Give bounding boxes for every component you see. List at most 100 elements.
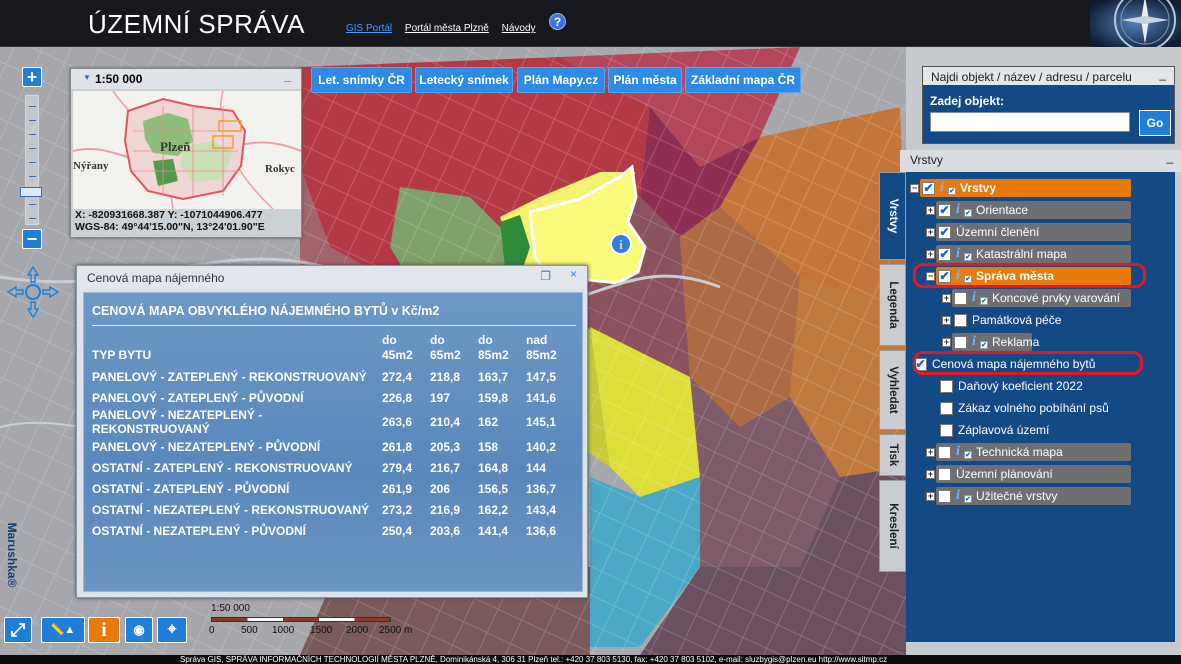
price-cell: 158 <box>478 439 499 454</box>
layer-checkbox[interactable]: ✔ <box>938 226 951 239</box>
link-city-portal[interactable]: Portál města Plzně <box>405 23 489 34</box>
scale-tick: 500 <box>241 625 258 636</box>
gps-pin-icon[interactable]: ◉ <box>125 617 153 643</box>
layer-checkbox[interactable] <box>954 314 967 327</box>
price-cell: 203,6 <box>430 523 461 538</box>
layer-item[interactable]: Záplavová území <box>906 421 1175 439</box>
minimize-icon[interactable]: _ <box>1166 150 1173 164</box>
minimize-icon[interactable]: _ <box>1159 67 1166 81</box>
price-cell: 197 <box>430 390 451 405</box>
highlight-ring <box>913 351 1143 375</box>
layers-tree: − ✔ i ✔ Vrstvy + ✔ i ✔ Orientace + ✔ Územní členění +… <box>906 172 1175 642</box>
collapse-icon[interactable]: − <box>910 184 919 193</box>
close-icon[interactable]: × <box>570 267 577 281</box>
table-row: OSTATNÍ - ZATEPLENÝ - PŮVODNÍ 261,9 206 156… <box>92 478 574 499</box>
layer-checkbox[interactable] <box>954 292 967 305</box>
overview-label-rokycany: Rokyc <box>265 163 295 175</box>
layer-item[interactable]: − ✔ i ✔ Vrstvy <box>906 179 1175 197</box>
basemap-button-base-map[interactable]: Základní mapa ČR <box>685 67 801 93</box>
layer-item[interactable]: Zákaz volného pobíhání psů <box>906 399 1175 417</box>
maximize-icon[interactable]: ❐ <box>540 269 551 283</box>
layer-item[interactable]: Daňový koeficient 2022 <box>906 377 1175 395</box>
layer-checkbox[interactable] <box>938 490 951 503</box>
expand-icon[interactable]: + <box>926 206 935 215</box>
expand-icon[interactable]: + <box>926 250 935 259</box>
price-cell: 261,8 <box>382 439 413 454</box>
zoom-slider-handle[interactable] <box>20 187 42 197</box>
basemap-button-mapycz[interactable]: Plán Mapy.cz <box>517 67 605 93</box>
layer-checkbox[interactable] <box>938 446 951 459</box>
layer-checkbox[interactable]: ✔ <box>938 204 951 217</box>
measure-tool-icon[interactable]: 📏▲ <box>41 617 85 643</box>
layer-info-icon[interactable]: i ✔ <box>956 488 972 504</box>
expand-icon[interactable]: + <box>926 492 935 501</box>
fullscreen-icon[interactable]: ⤢ <box>4 617 32 643</box>
layer-item[interactable]: + i ✔ Koncové prvky varování <box>906 289 1175 307</box>
layer-label: Katastrální mapa <box>976 247 1067 261</box>
layer-checkbox[interactable] <box>940 402 953 415</box>
pan-control-icon[interactable] <box>6 265 60 319</box>
price-cell: 250,4 <box>382 523 413 538</box>
layer-info-icon[interactable]: i ✔ <box>956 246 972 262</box>
layer-item[interactable]: + Územní plánování <box>906 465 1175 483</box>
info-tool-icon[interactable]: i <box>88 617 120 643</box>
overview-map[interactable]: Plzeň Nýřany Rokyc <box>73 91 301 209</box>
layer-checkbox[interactable]: ✔ <box>938 248 951 261</box>
table-row: PANELOVÝ - NEZATEPLENÝ - REKONSTRUOVANÝ 2… <box>92 408 574 436</box>
scale-label: 1:50 000 <box>211 603 250 614</box>
zoom-in-button[interactable]: + <box>22 67 42 87</box>
locate-target-icon[interactable]: ⌖ <box>157 617 187 643</box>
layer-info-icon[interactable]: i ✔ <box>956 444 972 460</box>
svg-text:i: i <box>619 237 623 252</box>
layer-checkbox[interactable]: ✔ <box>922 182 935 195</box>
coords-wgs: WGS-84: 49°44'15.00"N, 13°24'01.90"E <box>75 221 265 233</box>
expand-icon[interactable]: + <box>926 470 935 479</box>
layer-item[interactable]: + ✔ i ✔ Katastrální mapa <box>906 245 1175 263</box>
marushka-logo: Marushka® <box>5 522 19 587</box>
zoom-slider[interactable] <box>25 95 39 225</box>
layer-label: Vrstvy <box>960 181 997 195</box>
layer-checkbox[interactable] <box>938 468 951 481</box>
expand-icon[interactable]: + <box>942 316 951 325</box>
layer-item[interactable]: + i ✔ Užitečné vrstvy <box>906 487 1175 505</box>
layer-info-icon[interactable]: i ✔ <box>972 290 988 306</box>
layer-info-icon[interactable]: i ✔ <box>956 202 972 218</box>
expand-icon[interactable]: + <box>926 448 935 457</box>
tab-layers[interactable]: Vrstvy <box>879 172 906 260</box>
basemap-button-aerial[interactable]: Letecký snímek <box>415 67 513 93</box>
layers-header-label: Vrstvy <box>910 153 943 167</box>
go-button[interactable]: Go <box>1139 110 1171 136</box>
overview-map-panel: ▼ 1:50 000 _ Plzeň Nýřany Rokyc X: -8209… <box>70 68 302 238</box>
layer-checkbox[interactable] <box>954 336 967 349</box>
layer-item[interactable]: + ✔ i ✔ Orientace <box>906 201 1175 219</box>
link-guides[interactable]: Návody <box>502 23 536 34</box>
layer-item[interactable]: + i ✔ Technická mapa <box>906 443 1175 461</box>
layer-item[interactable]: + i ✔ Reklama <box>906 333 1175 351</box>
row-type: PANELOVÝ - NEZATEPLENÝ - REKONSTRUOVANÝ <box>92 408 263 436</box>
expand-icon[interactable]: + <box>942 338 951 347</box>
tab-legend[interactable]: Legenda <box>879 264 906 346</box>
tab-print[interactable]: Tisk <box>879 434 906 476</box>
layers-panel-header: Vrstvy _ <box>900 150 1181 172</box>
tab-search[interactable]: Vyhledat <box>879 350 906 430</box>
layer-info-icon[interactable]: i ✔ <box>972 334 988 350</box>
link-gis-portal[interactable]: GIS Portál <box>346 23 392 34</box>
layer-item[interactable]: + ✔ Územní členění <box>906 223 1175 241</box>
basemap-button-aerial-cr[interactable]: Let. snímky ČR <box>311 67 412 93</box>
layer-item[interactable]: + Památková péče <box>906 311 1175 329</box>
layer-checkbox[interactable] <box>940 424 953 437</box>
basemap-button-city-plan[interactable]: Plán města <box>608 67 682 93</box>
expand-icon[interactable]: + <box>942 294 951 303</box>
price-cell: 159,8 <box>478 390 509 405</box>
expand-icon[interactable]: + <box>926 228 935 237</box>
help-icon[interactable]: ? <box>549 13 566 30</box>
scale-tick: 2000 <box>346 625 369 636</box>
price-cell: 141,6 <box>526 390 557 405</box>
minimize-icon[interactable]: _ <box>284 69 291 83</box>
tab-draw[interactable]: Kreslení <box>879 480 906 572</box>
collapse-triangle-icon[interactable]: ▼ <box>83 73 91 82</box>
search-input[interactable] <box>930 112 1130 132</box>
zoom-out-button[interactable]: − <box>22 229 42 249</box>
layer-checkbox[interactable] <box>940 380 953 393</box>
layer-info-icon[interactable]: i ✔ <box>940 180 956 196</box>
